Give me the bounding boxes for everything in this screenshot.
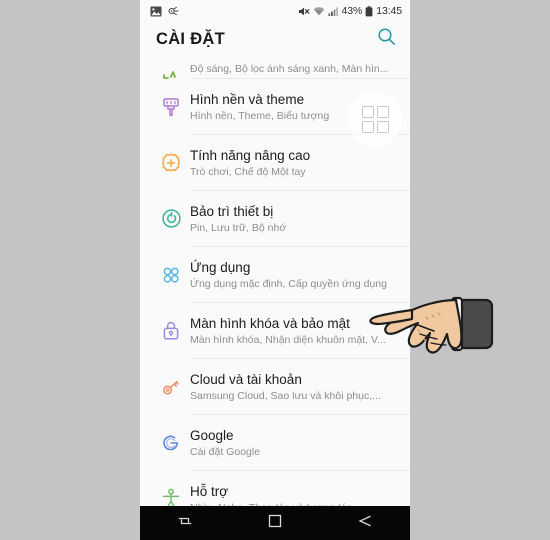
list-item-title: Bảo trì thiết bị [190, 203, 274, 219]
list-item-text: Độ sáng, Bộ lọc ánh sáng xanh, Màn hìn..… [188, 61, 396, 76]
home-button[interactable] [252, 506, 298, 540]
grid-view-button[interactable] [348, 92, 402, 146]
list-item-title: Cloud và tài khoản [190, 371, 302, 387]
list-item-device-maintenance[interactable]: Bảo trì thiết bị Pin, Lưu trữ, Bộ nhớ [140, 191, 410, 246]
back-button[interactable] [342, 506, 388, 540]
app-header: CÀI ĐẶT [140, 22, 410, 56]
recents-button[interactable] [162, 506, 208, 540]
settings-gear-icon [167, 6, 179, 17]
status-bar: 43% 13:45 [140, 0, 410, 22]
mute-icon [298, 6, 310, 17]
search-icon [377, 27, 396, 51]
display-icon [154, 66, 188, 79]
google-g-icon [154, 432, 188, 454]
list-item-lockscreen-security[interactable]: Màn hình khóa và bảo mật Màn hình khóa, … [140, 303, 410, 358]
paintbrush-icon [154, 95, 188, 119]
battery-icon [365, 5, 373, 17]
navigation-bar[interactable] [140, 506, 410, 540]
list-item-title: Hỗ trợ [190, 483, 229, 499]
list-item-text: Màn hình khóa và bảo mật Màn hình khóa, … [188, 315, 396, 347]
list-item-title: Tính năng nâng cao [190, 147, 311, 163]
list-item-applications[interactable]: Ứng dụng Ứng dụng mặc định, Cấp quyền ứn… [140, 247, 410, 302]
grid-2x2-icon [361, 105, 389, 133]
list-item-text: Bảo trì thiết bị Pin, Lưu trữ, Bộ nhớ [188, 203, 396, 235]
list-item-google[interactable]: Google Cài đặt Google [140, 415, 410, 470]
recents-icon [177, 513, 193, 534]
status-bar-left-icons [150, 6, 179, 17]
settings-list[interactable]: Độ sáng, Bộ lọc ánh sáng xanh, Màn hìn..… [140, 56, 410, 532]
list-item-subtitle: Ứng dụng mặc định, Cấp quyền ứng dụng [190, 277, 387, 290]
list-item-display-partial[interactable]: Độ sáng, Bộ lọc ánh sáng xanh, Màn hìn..… [140, 56, 410, 79]
key-icon [154, 375, 188, 399]
list-item-subtitle: Trò chơi, Chế độ Một tay [190, 165, 306, 178]
clock-label: 13:45 [376, 5, 402, 17]
list-item-subtitle: Cài đặt Google [190, 445, 261, 458]
wifi-icon [313, 6, 325, 17]
signal-bars-icon [327, 6, 339, 17]
list-item-subtitle: Pin, Lưu trữ, Bộ nhớ [190, 221, 287, 234]
status-bar-right-icons: 43% 13:45 [298, 5, 402, 17]
list-item-subtitle: Samsung Cloud, Sao lưu và khôi phục,... [190, 389, 381, 402]
page-title: CÀI ĐẶT [156, 29, 226, 48]
lock-icon [154, 319, 188, 342]
list-item-subtitle: Độ sáng, Bộ lọc ánh sáng xanh, Màn hìn..… [190, 63, 389, 75]
list-item-subtitle: Màn hình khóa, Nhận diện khuôn mặt, V... [190, 333, 386, 346]
list-item-text: Cloud và tài khoản Samsung Cloud, Sao lư… [188, 371, 396, 403]
battery-percent-label: 43% [341, 5, 363, 17]
home-icon [268, 514, 282, 533]
list-item-title: Google [190, 427, 234, 443]
phone-screen: 43% 13:45 CÀI ĐẶT Độ sáng, Bộ lọc ánh sá… [140, 0, 410, 540]
list-item-title: Ứng dụng [190, 259, 251, 275]
image-icon [150, 6, 162, 17]
list-item-text: Tính năng nâng cao Trò chơi, Chế độ Một … [188, 147, 396, 179]
device-maintenance-icon [154, 207, 188, 230]
screenshot-stage: 43% 13:45 CÀI ĐẶT Độ sáng, Bộ lọc ánh sá… [0, 0, 550, 540]
list-item-title: Màn hình khóa và bảo mật [190, 315, 350, 331]
list-item-text: Ứng dụng Ứng dụng mặc định, Cấp quyền ứn… [188, 259, 396, 291]
list-item-text: Google Cài đặt Google [188, 427, 396, 459]
advanced-features-icon [154, 151, 188, 175]
back-icon [357, 513, 373, 534]
apps-icon [154, 264, 188, 286]
search-button[interactable] [374, 27, 398, 51]
list-item-cloud-accounts[interactable]: Cloud và tài khoản Samsung Cloud, Sao lư… [140, 359, 410, 414]
